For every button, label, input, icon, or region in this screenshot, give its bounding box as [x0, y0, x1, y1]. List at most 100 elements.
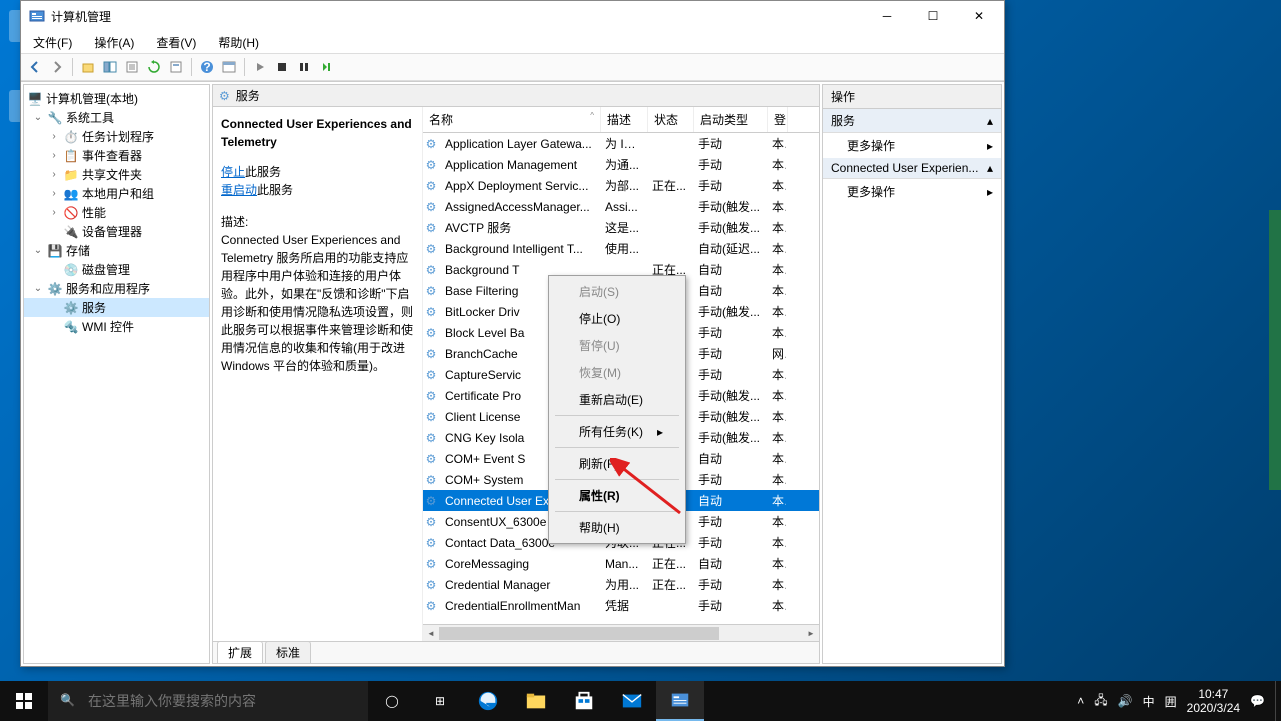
- minimize-button[interactable]: ─: [864, 1, 910, 31]
- tree-disk-management[interactable]: 💿磁盘管理: [24, 260, 209, 279]
- tree-task-scheduler[interactable]: ›⏱️任务计划程序: [24, 127, 209, 146]
- service-row[interactable]: ⚙Background Intelligent T...使用...自动(延迟..…: [423, 238, 819, 259]
- svg-text:?: ?: [203, 60, 210, 74]
- cell-startup: 手动(触发...: [692, 198, 766, 215]
- edge-icon[interactable]: [464, 681, 512, 721]
- tree-wmi[interactable]: 🔩WMI 控件: [24, 317, 209, 336]
- task-view-button[interactable]: ⊞: [416, 681, 464, 721]
- show-hide-button[interactable]: [100, 57, 120, 77]
- cell-logon: 本: [766, 513, 786, 530]
- menu-action[interactable]: 操作(A): [88, 32, 140, 53]
- export-button[interactable]: [122, 57, 142, 77]
- start-button[interactable]: [0, 681, 48, 721]
- system-tray[interactable]: ˄ 🖧 🔊 中 囲 10:47 2020/3/24 💬: [1067, 687, 1275, 716]
- service-row[interactable]: ⚙AssignedAccessManager...Assi...手动(触发...…: [423, 196, 819, 217]
- menu-view[interactable]: 查看(V): [150, 32, 202, 53]
- col-logon[interactable]: 登: [768, 107, 788, 132]
- cell-desc: 为通...: [599, 156, 646, 173]
- cortana-button[interactable]: ◯: [368, 681, 416, 721]
- cell-startup: 自动: [692, 492, 766, 509]
- list-header[interactable]: 名称 ^ 描述 状态 启动类型 登: [423, 107, 819, 133]
- close-button[interactable]: ✕: [956, 1, 1002, 31]
- collapse-icon: ▴: [987, 161, 993, 175]
- forward-button[interactable]: [47, 57, 67, 77]
- ctx-resume: 恢复(M): [551, 359, 683, 386]
- gear-icon: ⚙: [423, 158, 439, 172]
- taskbar-clock[interactable]: 10:47 2020/3/24: [1187, 687, 1240, 716]
- cell-logon: 本: [766, 555, 786, 572]
- service-row[interactable]: ⚙CredentialEnrollmentMan凭据手动本: [423, 595, 819, 616]
- ctx-help[interactable]: 帮助(H): [551, 514, 683, 541]
- service-row[interactable]: ⚙Credential Manager为用...正在...手动本: [423, 574, 819, 595]
- actions-more-2[interactable]: 更多操作▸: [823, 179, 1001, 204]
- network-icon[interactable]: 🖧: [1094, 691, 1107, 712]
- properties-icon[interactable]: [166, 57, 186, 77]
- service-row[interactable]: ⚙AppX Deployment Servic...为部...正在...手动本: [423, 175, 819, 196]
- refresh-icon[interactable]: [144, 57, 164, 77]
- toolbar: ?: [21, 53, 1004, 81]
- cell-desc: 这是...: [599, 219, 646, 236]
- ime-mode[interactable]: 囲: [1165, 693, 1177, 710]
- stop-service-link[interactable]: 停止: [221, 165, 245, 179]
- tree-storage[interactable]: ⌄💾存储: [24, 241, 209, 260]
- col-startup[interactable]: 启动类型: [694, 107, 768, 132]
- mail-icon[interactable]: [608, 681, 656, 721]
- maximize-button[interactable]: ☐: [910, 1, 956, 31]
- restart-service-link[interactable]: 重启动: [221, 183, 257, 197]
- col-status[interactable]: 状态: [648, 107, 694, 132]
- computer-management-window: 计算机管理 ─ ☐ ✕ 文件(F) 操作(A) 查看(V) 帮助(H) ? 🖥️…: [20, 0, 1005, 667]
- restart-service-button[interactable]: [316, 57, 336, 77]
- tab-extended[interactable]: 扩展: [217, 641, 263, 663]
- col-desc[interactable]: 描述: [601, 107, 648, 132]
- ctx-stop[interactable]: 停止(O): [551, 305, 683, 332]
- help-icon[interactable]: ?: [197, 57, 217, 77]
- taskbar[interactable]: 🔍 ◯ ⊞ ˄ 🖧 🔊 中 囲 10:47 2020/3/24 💬: [0, 681, 1281, 721]
- menu-help[interactable]: 帮助(H): [212, 32, 265, 53]
- cell-desc: 为 In...: [599, 135, 646, 152]
- gear-icon: ⚙: [423, 410, 439, 424]
- pane-button[interactable]: [219, 57, 239, 77]
- cell-logon: 本: [766, 282, 786, 299]
- menu-file[interactable]: 文件(F): [27, 32, 78, 53]
- action-center-icon[interactable]: 💬: [1250, 694, 1265, 708]
- back-button[interactable]: [25, 57, 45, 77]
- show-desktop-button[interactable]: [1275, 681, 1281, 721]
- actions-more-1[interactable]: 更多操作▸: [823, 133, 1001, 158]
- actions-section-services[interactable]: 服务▴: [823, 109, 1001, 133]
- service-row[interactable]: ⚙AVCTP 服务这是...手动(触发...本: [423, 217, 819, 238]
- horizontal-scrollbar[interactable]: ◄►: [423, 624, 819, 641]
- explorer-icon[interactable]: [512, 681, 560, 721]
- start-service-button[interactable]: [250, 57, 270, 77]
- tree-shared-folders[interactable]: ›📁共享文件夹: [24, 165, 209, 184]
- col-name[interactable]: 名称 ^: [423, 107, 601, 132]
- navigation-tree[interactable]: 🖥️计算机管理(本地) ⌄🔧系统工具 ›⏱️任务计划程序 ›📋事件查看器 ›📁共…: [23, 84, 210, 664]
- volume-icon[interactable]: 🔊: [1118, 694, 1133, 708]
- ime-indicator[interactable]: 中: [1143, 693, 1155, 710]
- tree-performance[interactable]: ›🚫性能: [24, 203, 209, 222]
- ctx-all-tasks[interactable]: 所有任务(K)▸: [551, 418, 683, 445]
- service-row[interactable]: ⚙Application Management为通...手动本: [423, 154, 819, 175]
- store-icon[interactable]: [560, 681, 608, 721]
- taskbar-app-compmgmt[interactable]: [656, 681, 704, 721]
- pause-service-button[interactable]: [294, 57, 314, 77]
- tree-system-tools[interactable]: ⌄🔧系统工具: [24, 108, 209, 127]
- tab-standard[interactable]: 标准: [265, 641, 311, 663]
- stop-service-button[interactable]: [272, 57, 292, 77]
- tree-services-apps[interactable]: ⌄⚙️服务和应用程序: [24, 279, 209, 298]
- ctx-properties[interactable]: 属性(R): [551, 482, 683, 509]
- tree-services[interactable]: ⚙️服务: [24, 298, 209, 317]
- service-row[interactable]: ⚙Application Layer Gatewa...为 In...手动本: [423, 133, 819, 154]
- titlebar[interactable]: 计算机管理 ─ ☐ ✕: [21, 1, 1004, 31]
- tray-chevron-icon[interactable]: ˄: [1077, 694, 1084, 708]
- ctx-refresh[interactable]: 刷新(F): [551, 450, 683, 477]
- taskbar-search-input[interactable]: [48, 681, 368, 721]
- tree-device-manager[interactable]: 🔌设备管理器: [24, 222, 209, 241]
- tree-local-users[interactable]: ›👥本地用户和组: [24, 184, 209, 203]
- tree-root[interactable]: 🖥️计算机管理(本地): [24, 89, 209, 108]
- ctx-restart[interactable]: 重新启动(E): [551, 386, 683, 413]
- tree-event-viewer[interactable]: ›📋事件查看器: [24, 146, 209, 165]
- actions-section-selected[interactable]: Connected User Experien...▴: [823, 158, 1001, 179]
- gear-icon: ⚙: [423, 284, 439, 298]
- service-row[interactable]: ⚙CoreMessagingMan...正在...自动本: [423, 553, 819, 574]
- up-button[interactable]: [78, 57, 98, 77]
